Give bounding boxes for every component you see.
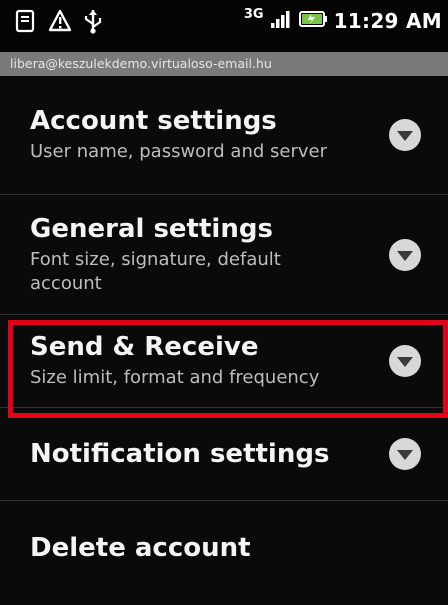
item-title: General settings xyxy=(30,213,273,244)
usb-icon xyxy=(82,8,104,34)
send-receive-item[interactable]: Send & Receive Size limit, format and fr… xyxy=(0,315,448,408)
missed-call-icon xyxy=(14,8,38,34)
chevron-down-icon[interactable] xyxy=(388,118,422,152)
network-type: 3G xyxy=(243,7,264,22)
general-settings-item[interactable]: General settings Font size, signature, d… xyxy=(0,195,448,315)
chevron-down-icon[interactable] xyxy=(388,344,422,378)
delete-account-item[interactable]: Delete account xyxy=(0,501,448,594)
item-subtitle: Size limit, format and frequency xyxy=(30,367,320,388)
item-title: Send & Receive xyxy=(30,332,259,362)
chevron-down-icon[interactable] xyxy=(388,238,422,272)
notification-settings-item[interactable]: Notification settings xyxy=(0,408,448,501)
settings-list: Account settings User name, password and… xyxy=(0,76,448,594)
item-title: Account settings xyxy=(30,106,277,136)
clock: 11:29 AM xyxy=(333,9,442,33)
item-subtitle: Font size, signature, default account xyxy=(30,248,281,294)
signal-icon xyxy=(270,8,292,34)
status-bar: 3G 11:29 AM xyxy=(0,0,448,52)
item-title: Delete account xyxy=(30,532,251,563)
chevron-down-icon[interactable] xyxy=(388,437,422,471)
item-subtitle: User name, password and server xyxy=(30,141,327,162)
alert-icon xyxy=(48,8,72,34)
account-email: libera@keszulekdemo.virtualoso-email.hu xyxy=(0,52,448,76)
battery-icon xyxy=(298,9,328,33)
item-title: Notification settings xyxy=(30,439,330,469)
account-settings-item[interactable]: Account settings User name, password and… xyxy=(0,76,448,195)
